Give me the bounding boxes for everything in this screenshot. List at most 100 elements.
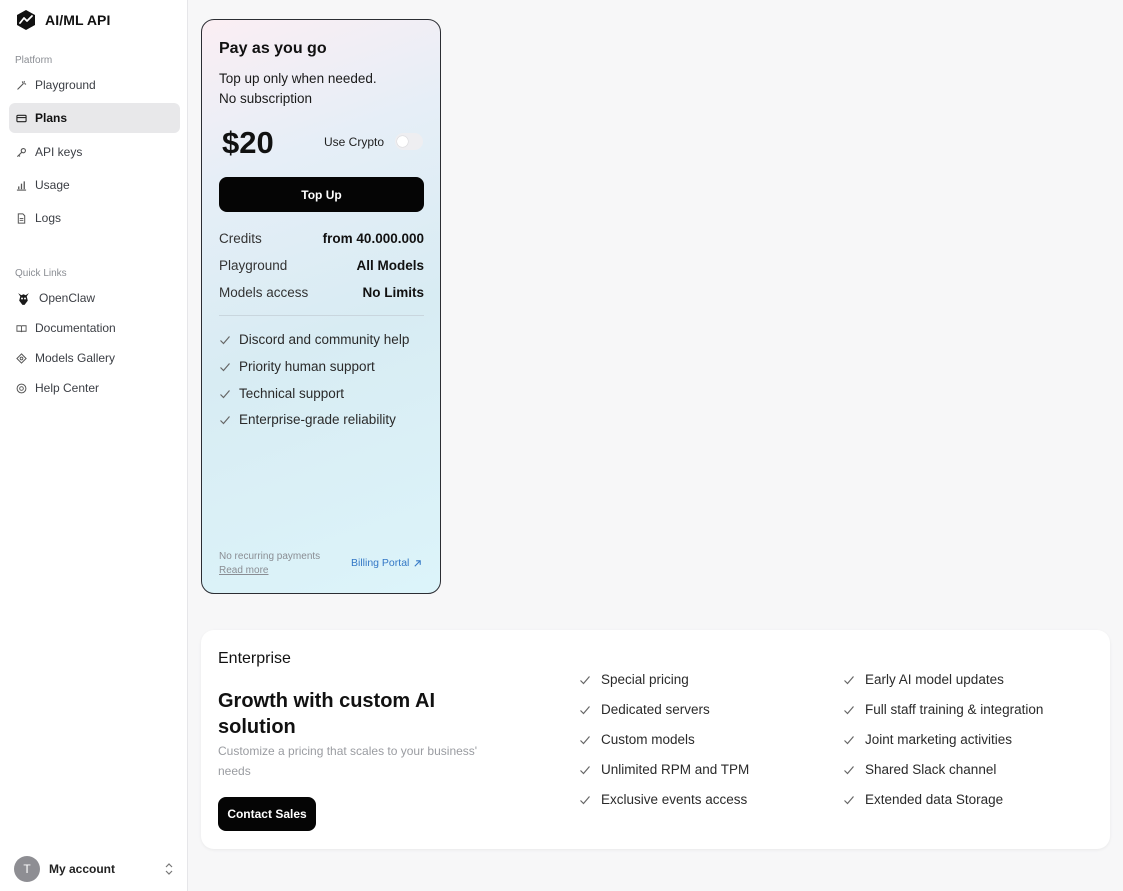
gallery-icon (16, 352, 27, 364)
sidebar-item-playground[interactable]: Playground (9, 70, 180, 100)
feature-item: Priority human support (219, 359, 375, 374)
sidebar-item-label: Logs (35, 211, 62, 225)
enterprise-feature-label: Joint marketing activities (865, 732, 1013, 747)
enterprise-feature-label: Custom models (601, 732, 695, 747)
sidebar-item-models-gallery[interactable]: Models Gallery (9, 343, 180, 373)
use-crypto-toggle[interactable] (395, 133, 423, 150)
feature-label: Enterprise-grade reliability (239, 412, 396, 427)
sidebar-item-usage[interactable]: Usage (9, 170, 180, 200)
sidebar-item-openclaw[interactable]: OpenClaw (9, 283, 180, 313)
detail-row-models-access: Models access No Limits (219, 285, 424, 300)
enterprise-feature-label: Exclusive events access (601, 792, 748, 807)
plan-price: $20 (222, 125, 274, 160)
check-icon (844, 705, 854, 714)
check-icon (844, 735, 854, 744)
feature-item: Discord and community help (219, 332, 409, 347)
check-icon (844, 675, 854, 684)
avatar: T (14, 856, 40, 882)
plan-description-line: No subscription (219, 91, 313, 106)
enterprise-feature: Unlimited RPM and TPM (579, 762, 749, 777)
check-icon (220, 415, 230, 424)
enterprise-feature-label: Special pricing (601, 672, 689, 687)
check-icon (220, 362, 230, 371)
sidebar-item-help-center[interactable]: Help Center (9, 373, 180, 403)
check-icon (844, 765, 854, 774)
sidebar-item-label: Plans (35, 111, 68, 125)
detail-value: No Limits (362, 285, 424, 300)
feature-label: Technical support (239, 386, 345, 401)
platform-section-label: Platform (15, 55, 53, 66)
no-recurring-note: No recurring payments (219, 551, 321, 562)
enterprise-feature: Extended data Storage (843, 792, 1003, 807)
sidebar-item-api-keys[interactable]: API keys (9, 137, 180, 167)
book-icon (16, 323, 27, 334)
enterprise-feature-label: Dedicated servers (601, 702, 710, 717)
detail-row-playground: Playground All Models (219, 258, 424, 273)
enterprise-feature-label: Early AI model updates (865, 672, 1004, 687)
sidebar-item-logs[interactable]: Logs (9, 203, 180, 233)
enterprise-feature: Dedicated servers (579, 702, 710, 717)
sidebar-item-plans[interactable]: Plans (9, 103, 180, 133)
check-icon (220, 389, 230, 398)
enterprise-feature-label: Unlimited RPM and TPM (601, 762, 750, 777)
brand-name: AI/ML API (45, 12, 111, 28)
sidebar-item-label: Playground (35, 78, 96, 92)
top-up-button[interactable]: Top Up (219, 177, 424, 212)
enterprise-feature-label: Shared Slack channel (865, 762, 997, 777)
divider (219, 315, 424, 316)
enterprise-heading: Growth with custom AI solution (218, 690, 436, 738)
enterprise-feature: Exclusive events access (579, 792, 747, 807)
document-icon (16, 212, 27, 224)
check-icon (844, 795, 854, 804)
contact-sales-button[interactable]: Contact Sales (218, 797, 316, 831)
plan-title: Pay as you go (219, 40, 327, 57)
detail-key: Models access (219, 285, 309, 300)
detail-value: All Models (356, 258, 424, 273)
brand[interactable]: AI/ML API (15, 9, 110, 31)
sidebar-item-label: OpenClaw (39, 291, 96, 305)
magic-wand-icon (16, 80, 27, 91)
read-more-link[interactable]: Read more (219, 565, 268, 576)
enterprise-feature-label: Extended data Storage (865, 792, 1004, 807)
billing-portal-link[interactable]: Billing Portal (351, 557, 422, 569)
use-crypto-label: Use Crypto (324, 135, 385, 149)
plan-description: Top up only when needed. No subscription (219, 69, 377, 109)
pay-as-you-go-card: Pay as you go Top up only when needed. N… (201, 19, 441, 594)
sidebar: AI/ML API Platform Playground Plans API … (0, 0, 188, 891)
enterprise-card: Enterprise Growth with custom AI solutio… (201, 630, 1110, 849)
detail-key: Playground (219, 258, 288, 273)
key-icon (16, 147, 27, 158)
account-menu[interactable]: T My account (14, 856, 174, 882)
feature-item: Enterprise-grade reliability (219, 412, 396, 427)
arrow-up-right-icon (414, 559, 422, 567)
check-icon (220, 335, 230, 344)
card-icon (16, 113, 27, 124)
check-icon (580, 705, 590, 714)
plan-description-line: Top up only when needed. (219, 71, 377, 86)
claw-icon (16, 291, 31, 306)
sidebar-item-label: Documentation (35, 321, 116, 335)
check-icon (580, 765, 590, 774)
toggle-knob (397, 136, 408, 147)
enterprise-feature: Early AI model updates (843, 672, 1004, 687)
enterprise-description: Customize a pricing that scales to your … (218, 744, 478, 778)
pulse-hexagon-icon (17, 10, 35, 30)
sidebar-item-documentation[interactable]: Documentation (9, 313, 180, 343)
sidebar-item-label: Models Gallery (35, 351, 116, 365)
check-icon (580, 675, 590, 684)
enterprise-feature-label: Full staff training & integration (865, 702, 1044, 717)
enterprise-feature: Full staff training & integration (843, 702, 1043, 717)
sidebar-item-label: API keys (35, 145, 83, 159)
enterprise-feature: Custom models (579, 732, 695, 747)
billing-portal-label: Billing Portal (351, 557, 410, 569)
help-icon (16, 383, 27, 394)
enterprise-feature: Joint marketing activities (843, 732, 1012, 747)
bar-chart-icon (16, 180, 27, 191)
account-label: My account (49, 862, 116, 876)
sidebar-item-label: Usage (35, 178, 70, 192)
chevron-up-down-icon (165, 863, 173, 875)
detail-row-credits: Credits from 40.000.000 (219, 231, 424, 246)
feature-label: Priority human support (239, 359, 375, 374)
quicklinks-section-label: Quick Links (15, 268, 67, 279)
enterprise-feature: Shared Slack channel (843, 762, 996, 777)
